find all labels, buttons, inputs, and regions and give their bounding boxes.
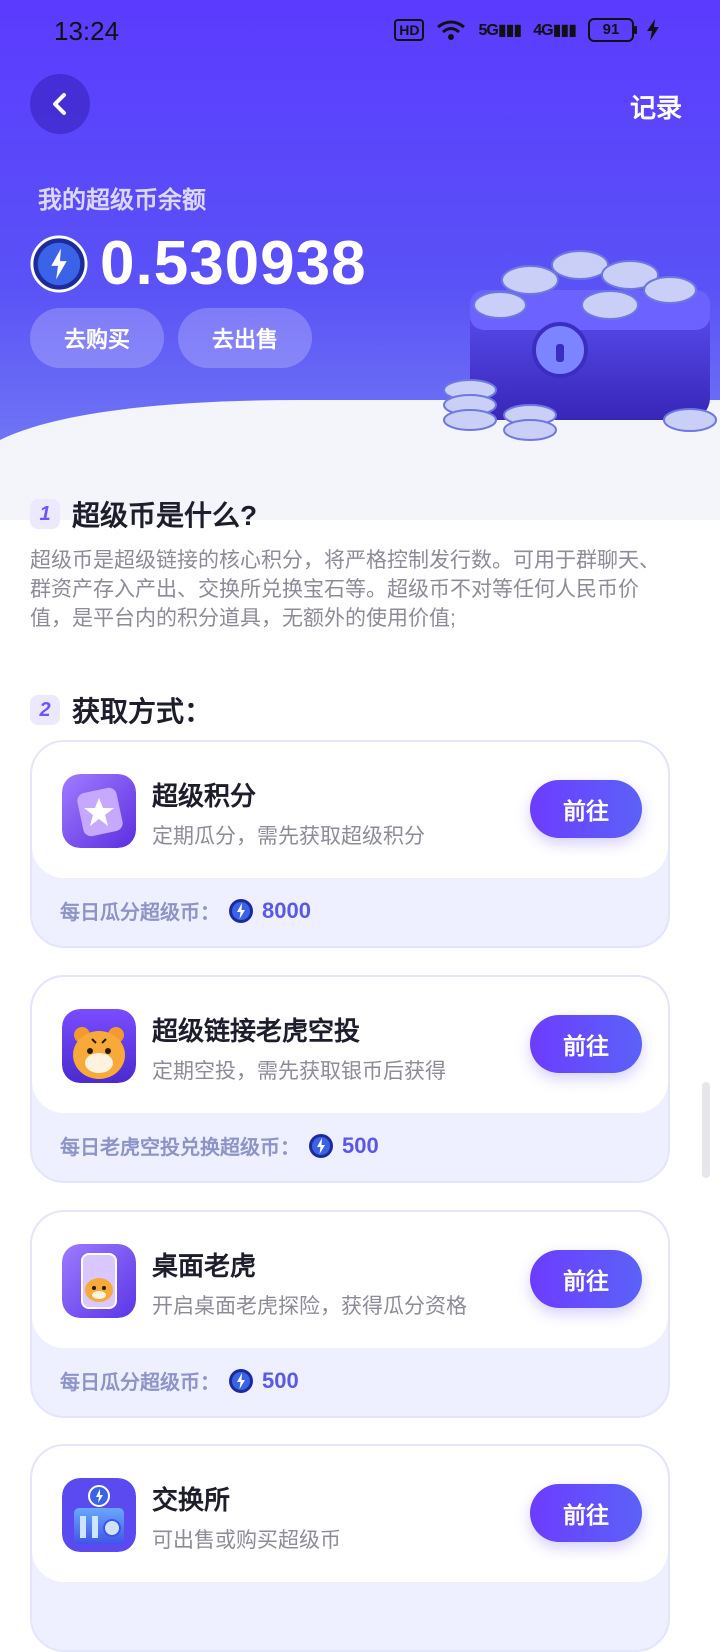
super-coin-icon bbox=[229, 898, 253, 923]
signal-4g-icon: 4G▮▮▮ bbox=[533, 22, 577, 39]
card-footer: 每日老虎空投兑换超级币： 500 bbox=[60, 1131, 379, 1160]
card-main: 超级链接老虎空投 定期空投，需先获取银币后获得 前往 bbox=[32, 977, 668, 1113]
super-coin-icon bbox=[229, 1368, 253, 1393]
section-title: 超级币是什么? bbox=[72, 500, 258, 531]
status-bar: 13:24 HD 5G▮▮▮ 4G▮▮▮ 91 bbox=[0, 0, 720, 64]
battery-icon: 91 bbox=[588, 18, 637, 42]
go-button-super-points[interactable]: 前往 bbox=[530, 780, 642, 838]
scrollbar-thumb[interactable] bbox=[702, 1082, 710, 1178]
super-coin-icon bbox=[309, 1133, 333, 1158]
hd-icon: HD bbox=[394, 19, 425, 41]
buy-button[interactable]: 去购买 bbox=[30, 308, 164, 368]
earn-method-card: 超级积分 定期瓜分，需先获取超级积分 前往 每日瓜分超级币： 8000 bbox=[30, 740, 670, 948]
charging-bolt-icon bbox=[647, 19, 659, 41]
section-what-is-header: 1 超级币是什么? bbox=[30, 494, 257, 534]
card-footer: 每日瓜分超级币： 500 bbox=[60, 1366, 299, 1395]
card-title: 超级积分 bbox=[152, 781, 257, 811]
sell-button[interactable]: 去出售 bbox=[178, 308, 312, 368]
footer-label: 每日瓜分超级币： bbox=[60, 902, 220, 924]
balance-row: 0.530938 bbox=[30, 228, 367, 299]
signal-5g-icon: 5G▮▮▮ bbox=[478, 22, 522, 39]
section-how-to-get-header: 2 获取方式： bbox=[30, 690, 212, 730]
section-description: 超级币是超级链接的核心积分，将严格控制发行数。可用于群聊天、群资产存入产出、交换… bbox=[30, 549, 660, 630]
card-main: 交换所 可出售或购买超级币 前往 bbox=[32, 1446, 668, 1582]
card-main: 超级积分 定期瓜分，需先获取超级积分 前往 bbox=[32, 742, 668, 878]
earn-method-card: 超级链接老虎空投 定期空投，需先获取银币后获得 前往 每日老虎空投兑换超级币： … bbox=[30, 975, 670, 1183]
footer-amount: 500 bbox=[342, 1132, 379, 1158]
earn-method-card: 交换所 可出售或购买超级币 前往 bbox=[30, 1444, 670, 1652]
card-subtitle: 定期瓜分，需先获取超级积分 bbox=[152, 825, 425, 848]
star-card-icon bbox=[62, 774, 136, 848]
card-main: 桌面老虎 开启桌面老虎探险，获得瓜分资格 前往 bbox=[32, 1212, 668, 1348]
section-number: 2 bbox=[30, 695, 60, 725]
status-icons: HD 5G▮▮▮ 4G▮▮▮ 91 bbox=[394, 18, 660, 42]
go-button-desktop-tiger[interactable]: 前往 bbox=[530, 1250, 642, 1308]
back-button[interactable] bbox=[30, 74, 90, 134]
footer-amount: 8000 bbox=[262, 897, 311, 923]
card-subtitle: 可出售或购买超级币 bbox=[152, 1529, 341, 1552]
earn-method-card: 桌面老虎 开启桌面老虎探险，获得瓜分资格 前往 每日瓜分超级币： 500 bbox=[30, 1210, 670, 1418]
section-number: 1 bbox=[30, 499, 60, 529]
footer-label: 每日老虎空投兑换超级币： bbox=[60, 1137, 300, 1159]
coin-chest-illustration bbox=[443, 250, 717, 441]
desktop-tiger-icon bbox=[62, 1244, 136, 1318]
super-coin-icon bbox=[30, 234, 88, 293]
record-link[interactable]: 记录 bbox=[630, 88, 682, 125]
card-subtitle: 定期空投，需先获取银币后获得 bbox=[152, 1060, 446, 1083]
card-title: 桌面老虎 bbox=[152, 1251, 257, 1281]
footer-amount: 500 bbox=[262, 1367, 299, 1393]
card-subtitle: 开启桌面老虎探险，获得瓜分资格 bbox=[152, 1295, 467, 1318]
wifi-icon bbox=[437, 20, 466, 40]
tiger-icon bbox=[62, 1009, 136, 1083]
exchange-building-icon bbox=[62, 1478, 136, 1552]
card-title: 交换所 bbox=[152, 1485, 231, 1515]
chevron-left-icon bbox=[53, 93, 66, 115]
footer-label: 每日瓜分超级币： bbox=[60, 1372, 220, 1394]
status-time: 13:24 bbox=[54, 16, 120, 46]
card-footer: 每日瓜分超级币： 8000 bbox=[60, 896, 311, 925]
balance-label: 我的超级币余额 bbox=[38, 187, 206, 214]
go-button-tiger-airdrop[interactable]: 前往 bbox=[530, 1015, 642, 1073]
section-title: 获取方式： bbox=[72, 696, 213, 727]
card-title: 超级链接老虎空投 bbox=[152, 1016, 361, 1046]
balance-value: 0.530938 bbox=[100, 229, 367, 298]
go-button-exchange[interactable]: 前往 bbox=[530, 1484, 642, 1542]
